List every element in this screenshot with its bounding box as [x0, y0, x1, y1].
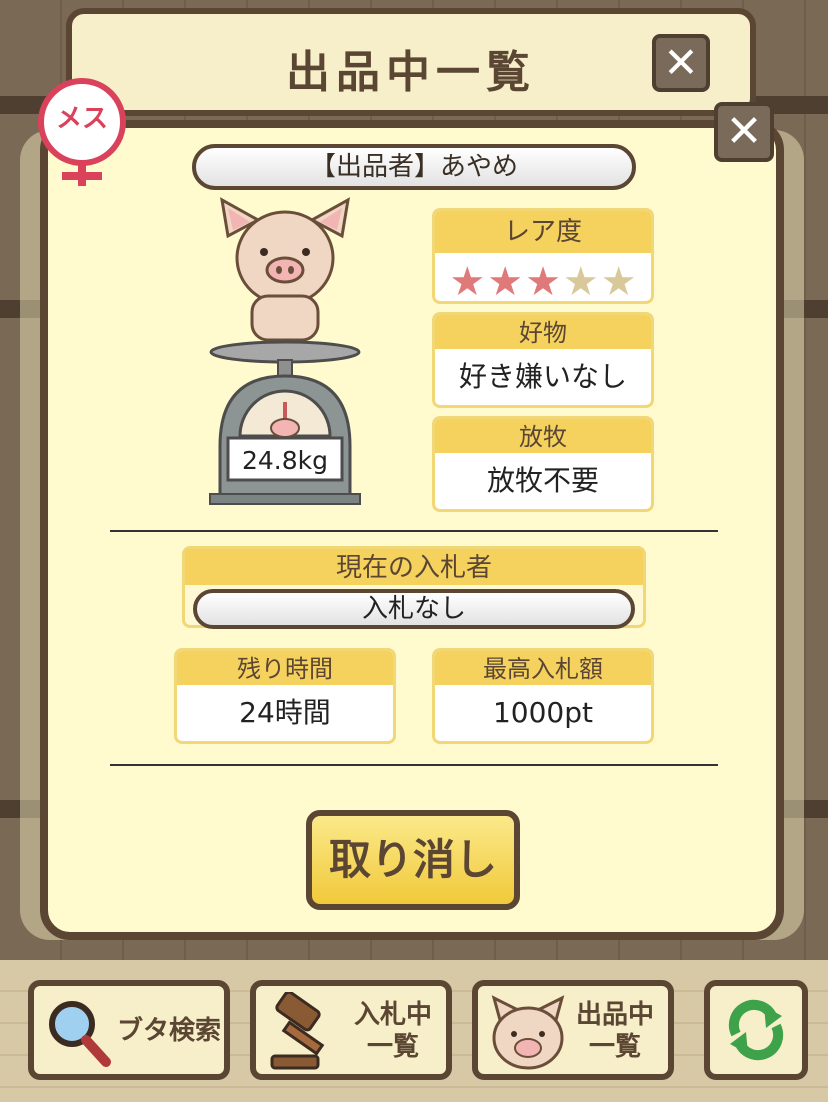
refresh-button[interactable]: [704, 980, 808, 1080]
magnifier-icon: [49, 1001, 111, 1067]
listing-list-label-1: 出品中: [575, 1000, 654, 1030]
time-left-value: 24時間: [239, 696, 331, 729]
weight-readout: 24.8kg: [241, 446, 328, 475]
favorite-box: 好物 好き嫌いなし: [432, 312, 654, 408]
grazing-label: 放牧: [435, 419, 651, 453]
favorite-label: 好物: [435, 315, 651, 349]
time-left-box: 残り時間 24時間: [174, 648, 396, 744]
pig-search-button[interactable]: ブタ検索: [28, 980, 230, 1080]
star-empty-icon: ★: [600, 259, 637, 304]
seller-name: 【出品者】あやめ: [192, 144, 636, 190]
divider: [110, 764, 718, 766]
current-bidder-label: 現在の入札者: [185, 549, 643, 585]
current-bidder-value: 入札なし: [193, 589, 635, 629]
card-close-icon[interactable]: ✕: [714, 102, 774, 162]
favorite-value: 好き嫌いなし: [458, 360, 627, 393]
page-title: 出品中一覧: [286, 47, 536, 98]
refresh-icon: [728, 999, 784, 1061]
listing-list-label-2: 一覧: [588, 1032, 641, 1062]
star-empty-icon: ★: [562, 259, 599, 304]
star-filled-icon: ★: [449, 259, 486, 304]
female-icon: メス: [34, 78, 134, 188]
pig-search-label: ブタ検索: [116, 1016, 221, 1046]
highest-bid-value: 1000pt: [492, 696, 593, 729]
grazing-value: 放牧不要: [486, 464, 599, 497]
cancel-listing-button[interactable]: 取り消し: [306, 810, 520, 910]
star-filled-icon: ★: [487, 259, 524, 304]
rarity-box: レア度 ★ ★ ★ ★ ★: [432, 208, 654, 304]
gender-label: メス: [55, 104, 108, 134]
pig-face-icon: [491, 995, 565, 1070]
close-icon[interactable]: ✕: [652, 34, 710, 92]
time-left-label: 残り時間: [177, 651, 393, 685]
highest-bid-box: 最高入札額 1000pt: [432, 648, 654, 744]
gavel-icon: [270, 992, 325, 1070]
bidding-list-label-2: 一覧: [366, 1032, 419, 1062]
bidding-list-button[interactable]: 入札中 一覧: [250, 980, 452, 1080]
star-filled-icon: ★: [525, 259, 561, 304]
rarity-label: レア度: [435, 211, 651, 253]
bidding-list-label-1: 入札中: [353, 1000, 432, 1030]
grazing-box: 放牧 放牧不要: [432, 416, 654, 512]
rarity-stars: ★ ★ ★ ★ ★: [435, 253, 651, 304]
listing-list-button[interactable]: 出品中 一覧: [472, 980, 674, 1080]
pig-on-scale: 24.8kg: [200, 196, 370, 516]
divider: [110, 530, 718, 532]
current-bidder-box: 現在の入札者 入札なし: [182, 546, 646, 629]
title-panel: 出品中一覧 ✕: [66, 8, 756, 116]
highest-bid-label: 最高入札額: [435, 651, 651, 685]
